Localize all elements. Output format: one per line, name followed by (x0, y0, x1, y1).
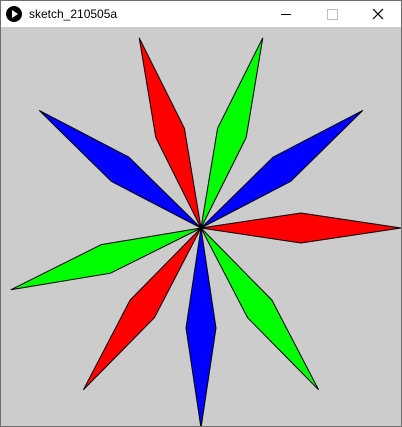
maximize-button[interactable] (309, 1, 355, 27)
flower-drawing (10, 37, 401, 426)
petal-8 (185, 227, 217, 426)
sketch-window: sketch_210505a (0, 0, 402, 427)
minimize-icon (281, 14, 291, 15)
window-title: sketch_210505a (29, 7, 118, 21)
minimize-button[interactable] (263, 1, 309, 27)
processing-play-icon (6, 6, 22, 22)
close-icon (372, 8, 384, 20)
close-button[interactable] (355, 1, 401, 27)
sketch-canvas[interactable] (1, 27, 401, 426)
window-controls (263, 1, 401, 27)
maximize-icon (327, 9, 338, 20)
petal-1 (200, 212, 401, 244)
title-bar[interactable]: sketch_210505a (1, 1, 401, 27)
petal-9 (200, 227, 320, 391)
